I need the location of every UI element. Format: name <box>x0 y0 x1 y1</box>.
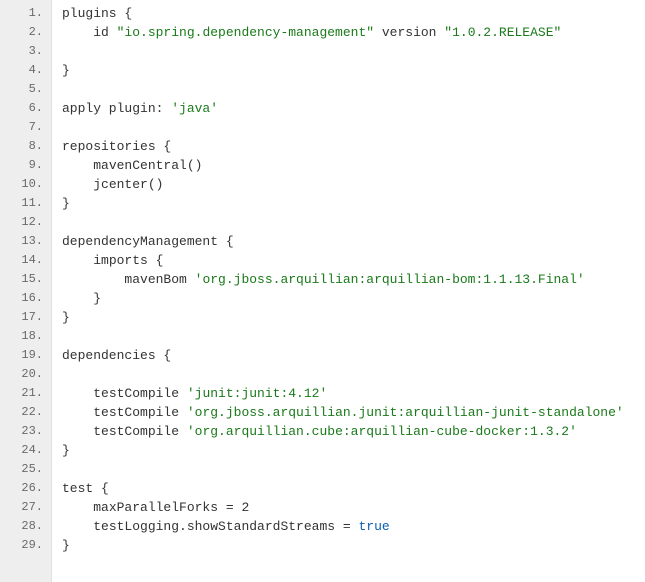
code-token: test { <box>62 481 109 496</box>
line-number: 15. <box>4 270 43 289</box>
line-number: 8. <box>4 137 43 156</box>
code-line: mavenCentral() <box>62 156 645 175</box>
code-line: testLogging.showStandardStreams = true <box>62 517 645 536</box>
code-line: jcenter() <box>62 175 645 194</box>
code-token: dependencies { <box>62 348 171 363</box>
line-number: 27. <box>4 498 43 517</box>
line-number: 2. <box>4 23 43 42</box>
code-line: repositories { <box>62 137 645 156</box>
code-line: testCompile 'junit:junit:4.12' <box>62 384 645 403</box>
line-number: 17. <box>4 308 43 327</box>
code-line: dependencyManagement { <box>62 232 645 251</box>
line-number: 28. <box>4 517 43 536</box>
code-line <box>62 327 645 346</box>
code-line: maxParallelForks = 2 <box>62 498 645 517</box>
code-token: version <box>374 25 444 40</box>
code-token: mavenBom <box>62 272 195 287</box>
code-area[interactable]: plugins { id "io.spring.dependency-manag… <box>52 0 645 582</box>
line-number: 5. <box>4 80 43 99</box>
line-number: 16. <box>4 289 43 308</box>
line-number: 13. <box>4 232 43 251</box>
code-token: maxParallelForks = 2 <box>62 500 249 515</box>
line-number: 11. <box>4 194 43 213</box>
code-token: 'java' <box>171 101 218 116</box>
code-line: apply plugin: 'java' <box>62 99 645 118</box>
line-number: 10. <box>4 175 43 194</box>
line-number: 29. <box>4 536 43 555</box>
line-number: 14. <box>4 251 43 270</box>
code-line: test { <box>62 479 645 498</box>
line-number: 21. <box>4 384 43 403</box>
code-line: } <box>62 441 645 460</box>
code-line <box>62 460 645 479</box>
code-token: 'junit:junit:4.12' <box>187 386 327 401</box>
code-token: } <box>62 291 101 306</box>
line-number: 9. <box>4 156 43 175</box>
code-token: "1.0.2.RELEASE" <box>444 25 561 40</box>
code-token: jcenter() <box>62 177 163 192</box>
code-token: 'org.arquillian.cube:arquillian-cube-doc… <box>187 424 577 439</box>
code-line: id "io.spring.dependency-management" ver… <box>62 23 645 42</box>
line-number: 4. <box>4 61 43 80</box>
code-line: plugins { <box>62 4 645 23</box>
code-token: } <box>62 538 70 553</box>
code-token: repositories { <box>62 139 171 154</box>
line-number: 19. <box>4 346 43 365</box>
line-number: 3. <box>4 42 43 61</box>
line-number: 12. <box>4 213 43 232</box>
code-line: } <box>62 61 645 80</box>
line-number: 22. <box>4 403 43 422</box>
code-token: imports { <box>62 253 163 268</box>
code-token: mavenCentral() <box>62 158 202 173</box>
code-token: testCompile <box>62 386 187 401</box>
code-line: dependencies { <box>62 346 645 365</box>
code-token: } <box>62 310 70 325</box>
code-line: testCompile 'org.jboss.arquillian.junit:… <box>62 403 645 422</box>
code-token: } <box>62 196 70 211</box>
line-number: 6. <box>4 99 43 118</box>
code-token: 'org.jboss.arquillian:arquillian-bom:1.1… <box>195 272 585 287</box>
line-number: 25. <box>4 460 43 479</box>
code-token: dependencyManagement { <box>62 234 234 249</box>
code-line: } <box>62 194 645 213</box>
code-token: "io.spring.dependency-management" <box>117 25 374 40</box>
code-token: id <box>62 25 117 40</box>
code-token: } <box>62 63 70 78</box>
line-number: 23. <box>4 422 43 441</box>
code-line: imports { <box>62 251 645 270</box>
code-token: true <box>358 519 389 534</box>
code-line <box>62 118 645 137</box>
code-line: testCompile 'org.arquillian.cube:arquill… <box>62 422 645 441</box>
code-token: } <box>62 443 70 458</box>
code-token: plugins { <box>62 6 132 21</box>
code-line: mavenBom 'org.jboss.arquillian:arquillia… <box>62 270 645 289</box>
code-token: testCompile <box>62 405 187 420</box>
line-number: 20. <box>4 365 43 384</box>
code-line <box>62 213 645 232</box>
code-line <box>62 80 645 99</box>
code-token: 'org.jboss.arquillian.junit:arquillian-j… <box>187 405 624 420</box>
code-token: testLogging.showStandardStreams = <box>62 519 358 534</box>
code-line: } <box>62 308 645 327</box>
code-line <box>62 42 645 61</box>
line-number: 7. <box>4 118 43 137</box>
code-line: } <box>62 536 645 555</box>
code-line <box>62 365 645 384</box>
line-number: 18. <box>4 327 43 346</box>
line-number: 26. <box>4 479 43 498</box>
line-number: 24. <box>4 441 43 460</box>
code-token: testCompile <box>62 424 187 439</box>
line-number: 1. <box>4 4 43 23</box>
code-line: } <box>62 289 645 308</box>
line-number-gutter: 1.2.3.4.5.6.7.8.9.10.11.12.13.14.15.16.1… <box>0 0 52 582</box>
code-token: apply plugin: <box>62 101 171 116</box>
code-editor: 1.2.3.4.5.6.7.8.9.10.11.12.13.14.15.16.1… <box>0 0 645 582</box>
